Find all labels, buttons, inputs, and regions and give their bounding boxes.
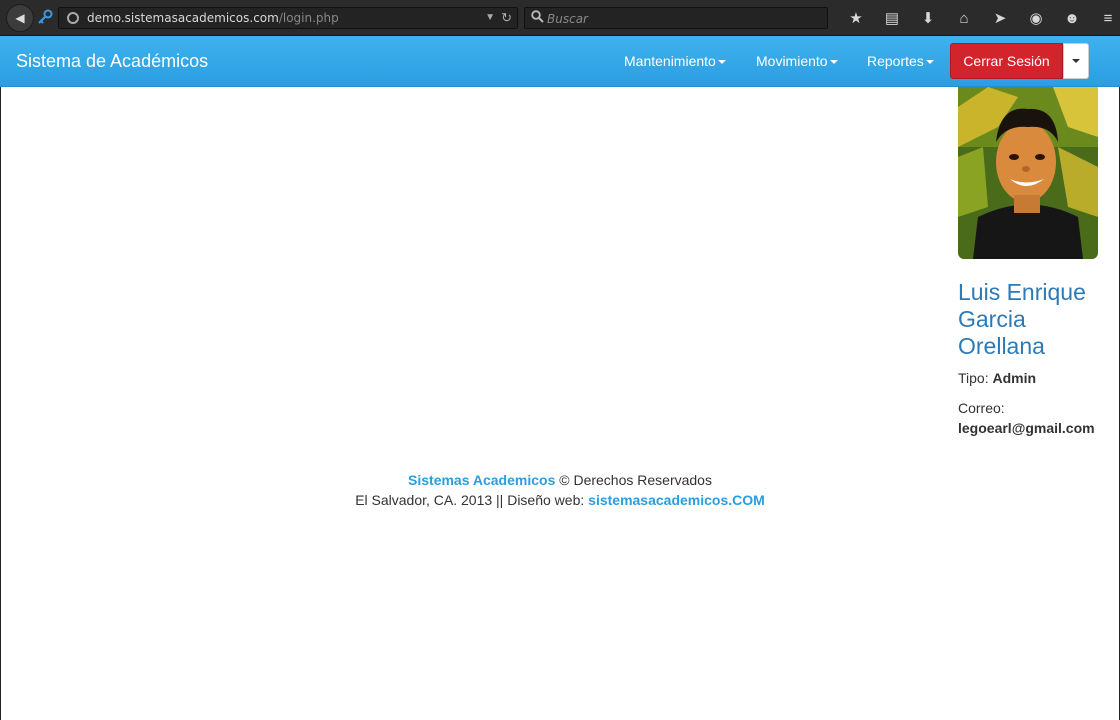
search-bar[interactable]: Buscar <box>524 7 828 29</box>
app-navbar: Sistema de Académicos Mantenimiento Movi… <box>0 36 1120 87</box>
nav-reportes[interactable]: Reportes <box>867 53 934 69</box>
star-icon[interactable]: ★ <box>838 8 874 28</box>
search-placeholder: Buscar <box>547 12 588 26</box>
profile-name: Luis Enrique Garcia Orellana <box>958 279 1118 360</box>
pocket-icon[interactable]: ◉ <box>1018 8 1054 28</box>
send-icon[interactable]: ➤ <box>982 8 1018 28</box>
nav-mantenimiento[interactable]: Mantenimiento <box>624 53 726 69</box>
url-dropdown-icon[interactable]: ▼ <box>485 12 495 23</box>
footer-line-2: El Salvador, CA. 2013 || Diseño web: sis… <box>0 490 1120 510</box>
logout-dropdown-toggle[interactable] <box>1063 43 1089 79</box>
nav-reportes-label: Reportes <box>867 53 924 69</box>
chat-icon[interactable]: ☻ <box>1054 8 1090 28</box>
footer-rights: © Derechos Reservados <box>559 472 712 488</box>
footer-line-1: Sistemas Academicos © Derechos Reservado… <box>0 470 1120 490</box>
footer-location: El Salvador, CA. 2013 || Diseño web: <box>355 492 585 508</box>
caret-down-icon <box>829 60 838 65</box>
profile-name-line: Luis Enrique <box>958 279 1086 305</box>
tipo-label: Tipo: <box>958 370 989 386</box>
nav-movimiento-label: Movimiento <box>756 53 828 69</box>
browser-toolbar: ◀ demo.sistemasacademicos.com/login.php … <box>0 0 1120 36</box>
profile-correo: legoearl@gmail.com <box>958 420 1095 436</box>
back-button[interactable]: ◀ <box>6 4 34 32</box>
url-text: demo.sistemasacademicos.com/login.php <box>87 11 339 25</box>
reading-list-icon[interactable]: ▤ <box>874 8 910 28</box>
tipo-value: Admin <box>992 370 1037 386</box>
brand-title[interactable]: Sistema de Académicos <box>16 51 208 72</box>
download-icon[interactable]: ⬇ <box>910 8 946 28</box>
url-domain: demo.sistemasacademicos.com <box>87 11 279 25</box>
caret-down-icon <box>1072 59 1080 63</box>
back-arrow-icon: ◀ <box>15 11 25 25</box>
home-icon[interactable]: ⌂ <box>946 8 982 28</box>
logout-button[interactable]: Cerrar Sesión <box>950 43 1063 79</box>
profile-name-line: Orellana <box>958 333 1045 359</box>
profile-avatar <box>958 87 1098 259</box>
profile-tipo: Tipo: Admin <box>958 370 1036 386</box>
search-icon <box>531 10 544 26</box>
window-border-left <box>0 87 1 720</box>
toolbar-icons: ★ ▤ ⬇ ⌂ ➤ ◉ ☻ ≡ <box>838 8 1120 28</box>
url-path: /login.php <box>278 11 339 25</box>
page-footer: Sistemas Academicos © Derechos Reservado… <box>0 470 1120 510</box>
nav-movimiento[interactable]: Movimiento <box>756 53 838 69</box>
caret-down-icon <box>925 60 934 65</box>
page-info-icon[interactable] <box>67 12 79 24</box>
url-bar[interactable]: demo.sistemasacademicos.com/login.php ▼ … <box>58 7 518 29</box>
caret-down-icon <box>717 60 726 65</box>
profile-name-line: Garcia <box>958 306 1026 332</box>
footer-brand-link[interactable]: Sistemas Academicos <box>408 472 555 488</box>
key-icon[interactable] <box>36 9 54 27</box>
nav-mantenimiento-label: Mantenimiento <box>624 53 716 69</box>
menu-icon[interactable]: ≡ <box>1090 8 1120 28</box>
reload-icon[interactable]: ↻ <box>501 10 512 26</box>
profile-correo-label: Correo: <box>958 400 1005 416</box>
footer-site-link[interactable]: sistemasacademicos.COM <box>588 492 765 508</box>
correo-value: legoearl@gmail.com <box>958 420 1095 436</box>
